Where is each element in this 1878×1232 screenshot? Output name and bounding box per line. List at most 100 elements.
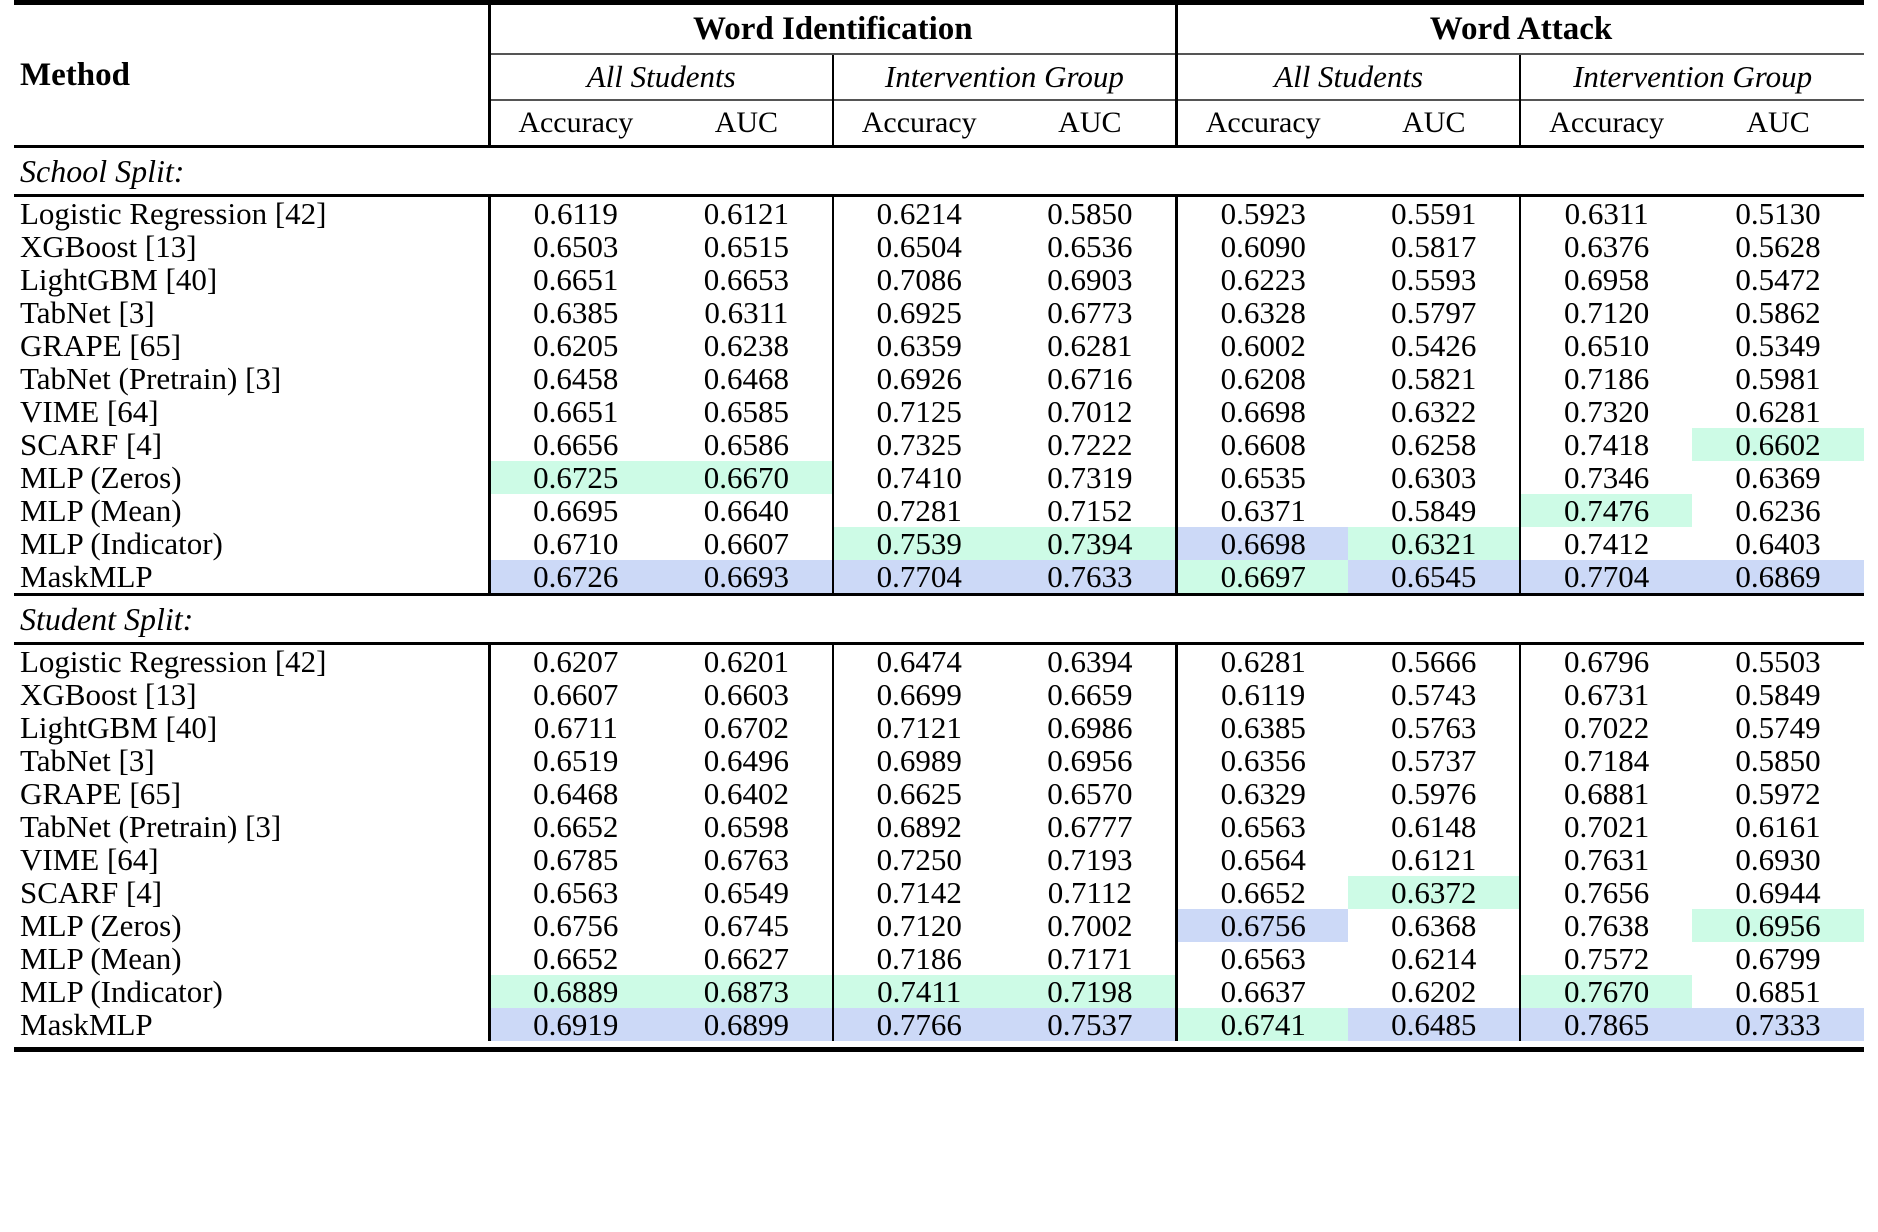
metric-value-cell: 0.5797 [1391,295,1477,330]
subgroup-header-wa-all-students: All Students [1175,53,1521,100]
method-name-cell: TabNet [3] [20,295,155,330]
metric-value-cell: 0.6925 [831,296,1005,329]
group-header-word-attack: Word Attack [1175,0,1864,54]
metric-value-cell: 0.6485 [1348,1008,1521,1041]
table-row: VIME [64] 0.6651 0.6585 0.7125 0.7012 0.6698 0… [14,395,1864,428]
metric-value-cell: 0.7346 [1519,461,1693,494]
metric-value-cell: 0.5976 [1391,776,1477,811]
metric-value-cell: 0.5593 [1391,262,1477,297]
metric-value-cell: 0.6385 [1175,711,1349,744]
metric-value-cell: 0.6651 [487,395,661,428]
metric-value-cell: 0.6202 [1391,974,1477,1009]
metric-value-cell: 0.6549 [703,875,789,910]
metric-value-cell: 0.6607 [703,526,789,561]
metric-value-cell: 0.6773 [1047,295,1133,330]
metric-value-cell: 0.5749 [1735,710,1821,745]
metric-value-cell: 0.6238 [703,328,789,363]
metric-value-cell: 0.6223 [1175,263,1349,296]
table-row: MLP (Indicator) 0.6710 0.6607 0.7539 0.7394 0… [14,527,1864,560]
metric-value-cell: 0.7152 [1047,493,1133,528]
metric-value-cell: 0.6741 [1175,1008,1349,1041]
table-row: MLP (Mean) 0.6652 0.6627 0.7186 0.7171 0.6563… [14,942,1864,975]
subgroup-header-wi-intervention-group: Intervention Group [831,53,1177,100]
metric-value-cell: 0.7002 [1047,908,1133,943]
section-label: School Split: [14,145,1864,196]
metric-value-cell: 0.7022 [1519,711,1693,744]
bottom-rule-cell [14,1041,1864,1052]
metric-value-cell: 0.6919 [487,1008,661,1041]
metric-value-cell: 0.6563 [1175,942,1349,975]
metric-value-cell: 0.6799 [1735,941,1821,976]
method-name-cell: MLP (Mean) [20,493,182,528]
method-name-cell: TabNet (Pretrain) [3] [20,361,282,396]
metric-value-cell: 0.6881 [1519,777,1693,810]
table-body: School Split: Logistic Regression [42] 0.6… [14,145,1864,1052]
metric-value-cell: 0.5666 [1348,642,1521,678]
metric-value-cell: 0.6695 [487,494,661,527]
method-name-cell: VIME [64] [20,394,159,429]
metric-header-wi-all-accuracy: Accuracy [487,99,661,147]
metric-value-cell: 0.7633 [1004,560,1177,595]
metric-value-cell: 0.5130 [1692,194,1864,230]
metric-value-cell: 0.5862 [1735,295,1821,330]
method-name-cell: VIME [64] [20,842,159,877]
metric-value-cell: 0.6756 [1175,909,1349,942]
metric-value-cell: 0.7120 [831,909,1005,942]
metric-value-cell: 0.6625 [831,777,1005,810]
method-name-cell: SCARF [4] [20,427,163,462]
metric-value-cell: 0.5763 [1391,710,1477,745]
metric-value-cell: 0.5972 [1735,776,1821,811]
metric-value-cell: 0.6785 [487,843,661,876]
metric-value-cell: 0.7704 [1519,560,1693,595]
metric-value-cell: 0.6726 [487,560,661,595]
metric-value-cell: 0.6756 [487,909,661,942]
metric-value-cell: 0.6394 [1004,642,1177,678]
method-name-cell: MLP (Zeros) [20,908,182,943]
metric-value-cell: 0.6659 [1047,677,1133,712]
metric-value-cell: 0.6119 [1175,678,1349,711]
table-row: TabNet [3] 0.6385 0.6311 0.6925 0.6773 0.6328… [14,296,1864,329]
metric-value-cell: 0.7411 [831,975,1005,1008]
metric-value-cell: 0.6563 [487,876,661,909]
metric-value-cell: 0.6725 [487,461,661,494]
method-name-cell: TabNet [3] [20,743,155,778]
metric-value-cell: 0.6515 [703,229,789,264]
metric-value-cell: 0.5503 [1692,642,1864,678]
metric-value-cell: 0.6090 [1175,230,1349,263]
metric-value-cell: 0.6956 [1047,743,1133,778]
metric-value-cell: 0.6403 [1735,526,1821,561]
method-name-cell: Logistic Regression [42] [14,642,490,678]
metric-value-cell: 0.6903 [1047,262,1133,297]
table-row: MaskMLP 0.6919 0.6899 0.7766 0.7537 0.6741 0.6… [14,1008,1864,1041]
metric-value-cell: 0.6608 [1175,428,1349,461]
metric-value-cell: 0.6368 [1391,908,1477,943]
method-name-cell: XGBoost [13] [20,677,197,712]
metric-value-cell: 0.6161 [1735,809,1821,844]
metric-value-cell: 0.7319 [1047,460,1133,495]
metric-value-cell: 0.6851 [1735,974,1821,1009]
metric-header-wi-iv-accuracy: Accuracy [831,99,1005,147]
table-row: MLP (Zeros) 0.6756 0.6745 0.7120 0.7002 0.675… [14,909,1864,942]
table-row: VIME [64] 0.6785 0.6763 0.7250 0.7193 0.6564 0… [14,843,1864,876]
table-header: Method Word Identification Word Attack A… [14,0,1864,147]
metric-value-cell: 0.6119 [487,194,661,230]
metric-value-cell: 0.6281 [1735,394,1821,429]
metric-value-cell: 0.6002 [1175,329,1349,362]
metric-value-cell: 0.6236 [1735,493,1821,528]
metric-value-cell: 0.6889 [487,975,661,1008]
metric-value-cell: 0.7281 [831,494,1005,527]
metric-value-cell: 0.7572 [1519,942,1693,975]
table-sheet: Method Word Identification Word Attack A… [0,0,1878,1232]
table-row: TabNet [3] 0.6519 0.6496 0.6989 0.6956 0.6356… [14,744,1864,777]
metric-value-cell: 0.6873 [660,975,833,1008]
metric-value-cell: 0.5737 [1391,743,1477,778]
metric-value-cell: 0.6504 [831,230,1005,263]
section-label-row: School Split: [14,145,1864,196]
metric-value-cell: 0.6564 [1175,843,1349,876]
section-label-row: Student Split: [14,593,1864,644]
method-name-cell: MaskMLP [20,559,153,594]
metric-value-cell: 0.6607 [487,678,661,711]
metric-value-cell: 0.7539 [831,527,1005,560]
metric-value-cell: 0.6637 [1175,975,1349,1008]
metric-header-wi-iv-auc: AUC [1004,99,1177,147]
